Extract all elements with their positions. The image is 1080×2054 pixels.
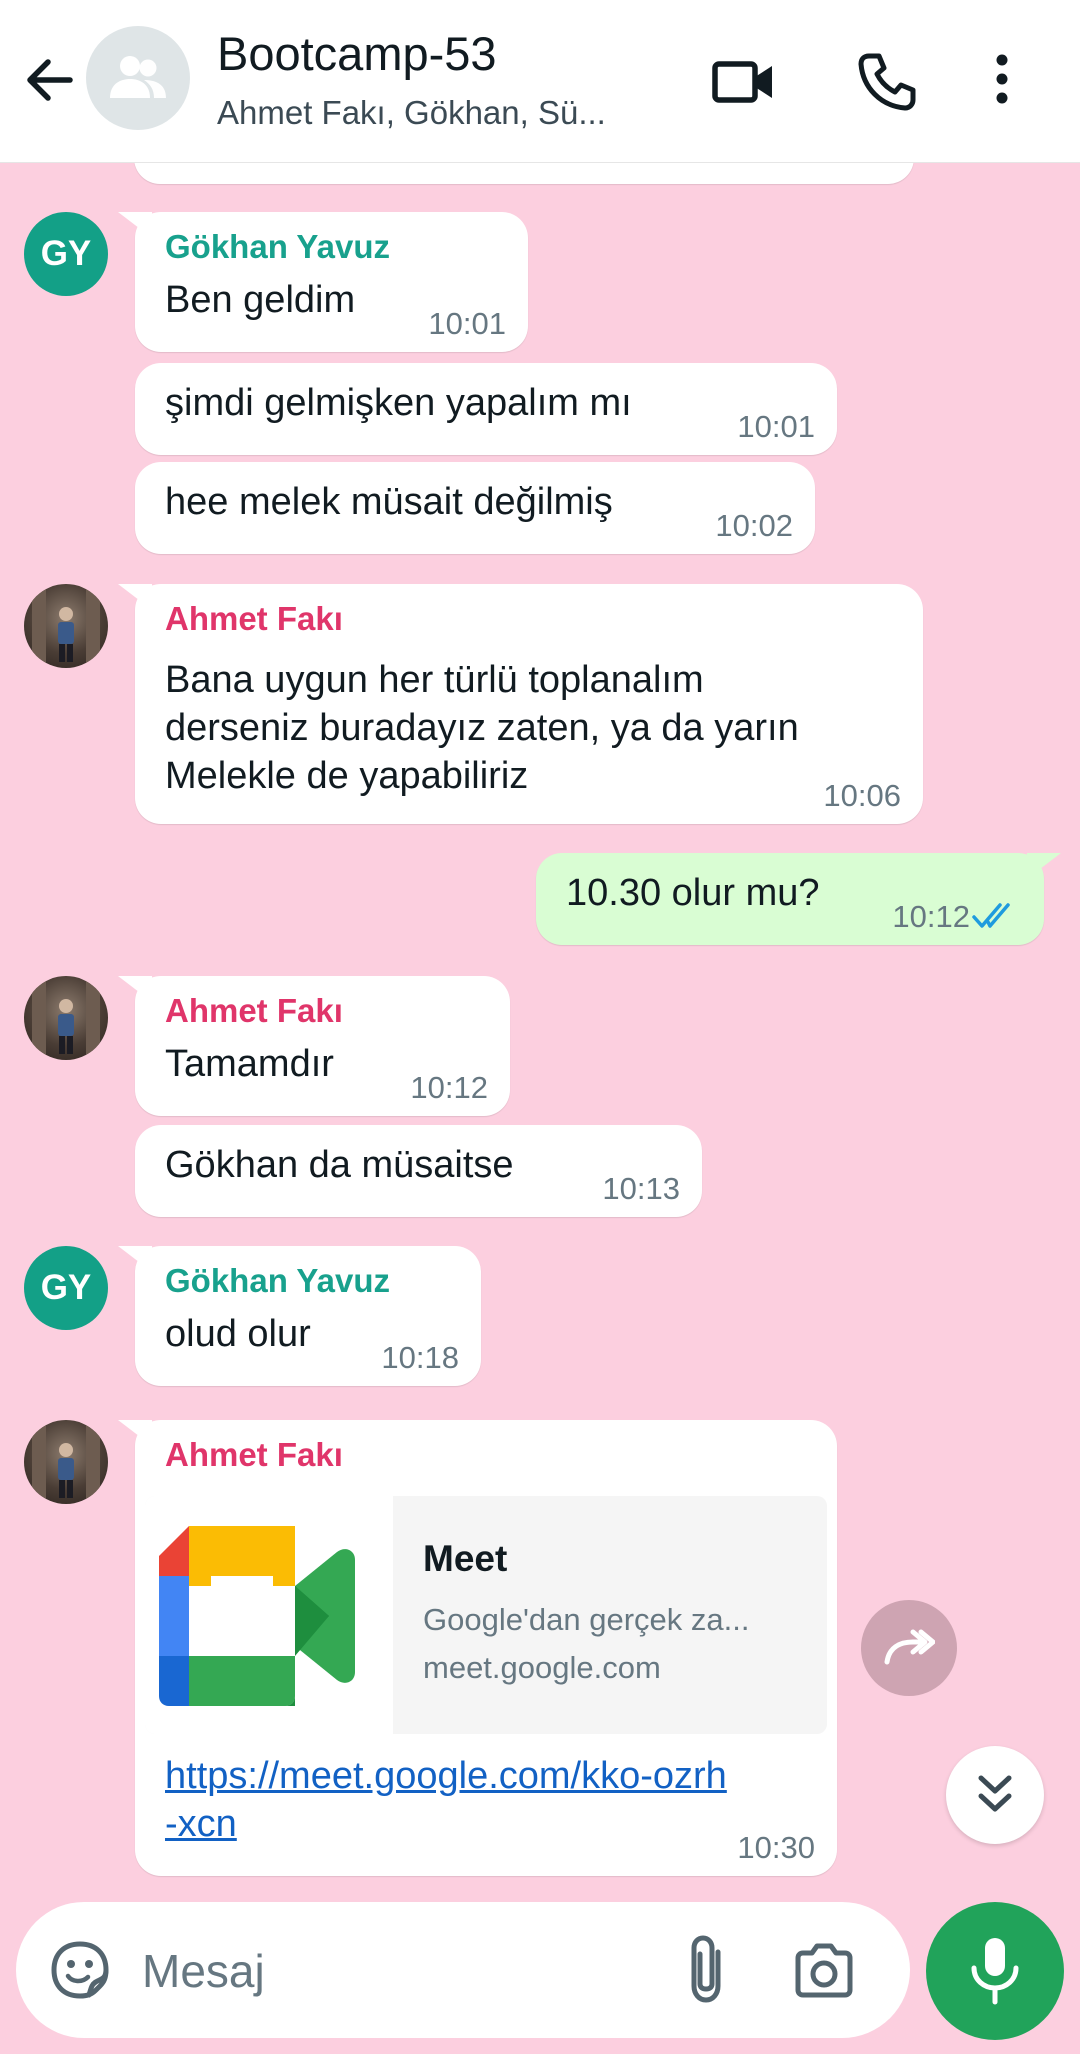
forward-icon	[884, 1629, 935, 1665]
chat-header: Bootcamp-53 Ahmet Fakı, Gökhan, Sü...	[0, 0, 1080, 163]
message-link[interactable]: -xcn	[165, 1800, 237, 1848]
avatar-ahmet[interactable]	[24, 976, 108, 1060]
link-preview-thumbnail	[145, 1496, 393, 1734]
link-preview-title: Meet	[423, 1538, 508, 1579]
scroll-to-bottom-button[interactable]	[946, 1746, 1044, 1844]
profile-photo	[32, 588, 100, 664]
message-time: 10:01	[428, 306, 506, 341]
link-preview-domain: meet.google.com	[423, 1650, 661, 1685]
microphone-icon	[971, 1938, 1019, 2005]
message-text: Ben geldim	[165, 279, 356, 321]
message-text: hee melek müsait değilmiş	[165, 481, 613, 523]
avatar-ahmet[interactable]	[24, 1420, 108, 1504]
back-arrow-icon[interactable]	[18, 48, 82, 112]
sender-name[interactable]: Ahmet Fakı	[165, 992, 343, 1030]
avatar-gokhan[interactable]: GY	[24, 212, 108, 296]
message-bubble[interactable]: Gökhan Yavuz olud olur 10:18	[118, 1246, 481, 1386]
message-time: 10:13	[602, 1171, 680, 1206]
more-options-icon[interactable]	[982, 50, 1022, 114]
sender-name[interactable]: Gökhan Yavuz	[165, 1262, 390, 1300]
message-bubble[interactable]: Gökhan da müsaitse 10:13	[135, 1125, 702, 1217]
video-call-icon[interactable]	[712, 50, 776, 114]
message-time: 10:30	[737, 1830, 815, 1865]
sender-name[interactable]: Gökhan Yavuz	[165, 228, 390, 266]
camera-icon[interactable]	[790, 1936, 858, 2004]
sender-name[interactable]: Ahmet Fakı	[165, 1436, 343, 1474]
group-avatar[interactable]	[86, 26, 190, 130]
message-time: 10:02	[715, 508, 793, 543]
bubble-tail	[1027, 853, 1061, 879]
message-time: 10:01	[737, 409, 815, 444]
link-preview-card[interactable]: Meet Google'dan gerçek za... meet.google…	[145, 1496, 827, 1734]
message-text-line: Bana uygun her türlü toplanalım	[165, 659, 704, 701]
message-bubble[interactable]: şimdi gelmişken yapalım mı 10:01	[135, 363, 837, 455]
profile-photo	[32, 980, 100, 1056]
message-text: olud olur	[165, 1313, 311, 1355]
google-meet-logo-icon	[159, 1526, 355, 1706]
outgoing-message-bubble[interactable]: 10.30 olur mu? 10:12	[536, 853, 1061, 945]
bubble-tail	[118, 212, 152, 238]
chat-title[interactable]: Bootcamp-53	[217, 26, 497, 81]
bubble-tail	[118, 584, 152, 610]
message-time: 10:12	[892, 899, 970, 934]
avatar-gokhan[interactable]: GY	[24, 1246, 108, 1330]
message-text: şimdi gelmişken yapalım mı	[165, 382, 632, 424]
forward-button[interactable]	[861, 1600, 957, 1696]
message-bubble[interactable]: Ahmet Fakı Bana uygun her türlü toplanal…	[118, 584, 923, 824]
paperclip-icon[interactable]	[672, 1932, 744, 2008]
chevron-double-down-icon	[978, 1775, 1012, 1812]
link-preview-description: Google'dan gerçek za...	[423, 1602, 750, 1637]
group-icon	[110, 56, 166, 98]
bubble-tail	[118, 1420, 152, 1446]
bubble-tail	[118, 976, 152, 1002]
message-time: 10:18	[381, 1340, 459, 1375]
message-composer	[16, 1902, 910, 2038]
message-bubble[interactable]: Ahmet Fakı Tamamdır 10:12	[118, 976, 510, 1116]
message-bubble[interactable]: Gökhan Yavuz Ben geldim 10:01	[118, 212, 528, 352]
message-link[interactable]: https://meet.google.com/kko-ozrh	[165, 1752, 727, 1800]
chat-participants[interactable]: Ahmet Fakı, Gökhan, Sü...	[217, 94, 606, 132]
phone-icon[interactable]	[855, 50, 919, 114]
sticker-icon[interactable]	[46, 1936, 114, 2004]
message-time: 10:06	[823, 778, 901, 813]
message-text-line: Melekle de yapabiliriz	[165, 755, 529, 797]
message-text: Tamamdır	[165, 1043, 334, 1085]
sender-name[interactable]: Ahmet Fakı	[165, 600, 343, 638]
bubble-tail	[118, 1246, 152, 1272]
voice-message-button[interactable]	[926, 1902, 1064, 2040]
message-bubble[interactable]: hee melek müsait değilmiş 10:02	[135, 462, 815, 554]
message-text: Gökhan da müsaitse	[165, 1144, 514, 1186]
message-time: 10:12	[410, 1070, 488, 1105]
message-text-line: derseniz buradayız zaten, ya da yarın	[165, 707, 799, 749]
profile-photo	[32, 1424, 100, 1500]
message-input[interactable]	[142, 1936, 662, 2006]
avatar-ahmet[interactable]	[24, 584, 108, 668]
message-text: 10.30 olur mu?	[566, 872, 820, 914]
read-ticks-icon	[972, 903, 1010, 928]
link-message-bubble[interactable]: Ahmet Fakı Meet Google'dan gerçek za... …	[118, 1420, 837, 1876]
